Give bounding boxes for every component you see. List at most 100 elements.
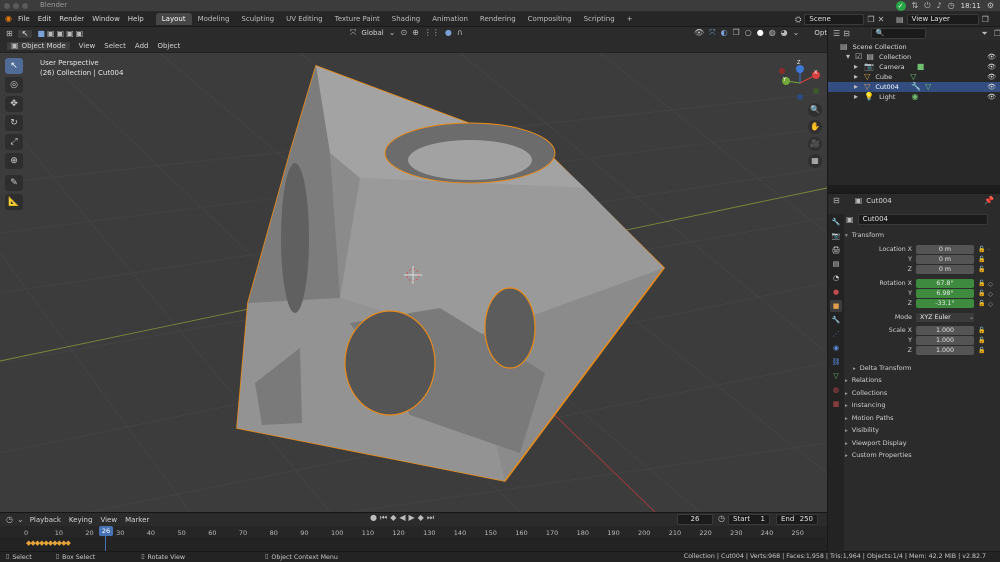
object-name-field[interactable]: Cut004 [857, 214, 988, 225]
measure-tool-icon[interactable]: 📐 [5, 194, 23, 210]
render-tab-icon[interactable]: 📷 [830, 230, 842, 242]
3d-viewport[interactable] [0, 53, 827, 512]
menu-window[interactable]: Window [92, 15, 120, 23]
tab-animation[interactable]: Animation [426, 13, 474, 25]
select-mode-subtract-icon[interactable]: ▣ [57, 29, 65, 38]
scene-name-field[interactable]: Scene [804, 14, 865, 25]
scene-tab-icon[interactable]: ◔ [830, 272, 842, 284]
add-workspace-button[interactable]: + [621, 13, 639, 25]
chevron-down-icon[interactable]: ⌄ [969, 314, 974, 321]
orientation-dropdown[interactable]: Global [361, 29, 383, 37]
tab-texture-paint[interactable]: Texture Paint [329, 13, 386, 25]
blender-logo-icon[interactable]: ◉ [5, 15, 12, 23]
grid-perspective-icon[interactable]: ▦ [808, 154, 822, 168]
lock-icon[interactable]: 🔓 [978, 266, 985, 273]
texture-tab-icon[interactable]: ▦ [830, 398, 842, 410]
material-shading-icon[interactable]: ◍ [769, 29, 776, 37]
visibility-icon[interactable]: 👁 [694, 29, 704, 37]
move-tool-icon[interactable]: ✥ [5, 96, 23, 112]
chevron-down-icon[interactable]: ⌄ [17, 515, 24, 524]
rotation-y-field[interactable]: 6.98° [916, 289, 974, 298]
current-frame-field[interactable]: 26 [677, 514, 713, 525]
scale-z-field[interactable]: 1.000 [916, 346, 974, 355]
tab-uv-editing[interactable]: UV Editing [280, 13, 329, 25]
pan-hand-icon[interactable]: ✋ [808, 120, 822, 134]
tab-modeling[interactable]: Modeling [192, 13, 236, 25]
close-window-button[interactable] [4, 3, 10, 9]
display-mode-icon[interactable]: ⊟ [843, 29, 850, 38]
object-tab-icon[interactable]: ■ [830, 300, 842, 312]
wireframe-shading-icon[interactable]: ○ [745, 29, 752, 37]
clock-icon[interactable]: ◷ [718, 515, 725, 523]
motion-paths-panel[interactable]: ▸ Motion Paths [845, 414, 894, 422]
network-icon[interactable]: ⇅ [912, 2, 919, 10]
menu-render[interactable]: Render [59, 15, 84, 23]
window-controls[interactable] [4, 3, 31, 9]
modifier-tab-icon[interactable]: 🔧 [830, 314, 842, 326]
proportional-edit-icon[interactable]: ● [445, 29, 452, 37]
next-keyframe-icon[interactable]: ◆ [418, 514, 424, 522]
falloff-icon[interactable]: ∩ [457, 29, 463, 37]
checkbox-icon[interactable]: ☑ [855, 53, 862, 61]
instancing-panel[interactable]: ▸ Instancing [845, 401, 885, 409]
outliner-row-light[interactable]: ▸ 💡 Light ◉ 👁 [828, 92, 1000, 102]
delta-transform-subpanel[interactable]: ▸ Delta Transform [853, 364, 912, 372]
select-mode-invert-icon[interactable]: ▣ [66, 29, 74, 38]
filter-icon[interactable]: ⏷ [981, 29, 987, 38]
keyframe-dot-icon[interactable]: · [988, 246, 990, 254]
outliner-row-cube[interactable]: ▸ ▽ Cube ▽ 👁 [828, 72, 1000, 82]
gizmo-icon[interactable]: ⤧ [709, 29, 715, 37]
overlay-icon[interactable]: ◐ [721, 29, 728, 37]
location-z-field[interactable]: 0 m [916, 265, 974, 274]
tool-tab-icon[interactable]: 🔧 [830, 216, 842, 228]
menu-marker[interactable]: Marker [125, 516, 149, 524]
start-frame-field[interactable]: Start 1 [728, 514, 770, 525]
transform-panel-header[interactable]: ▾ Transform [845, 231, 884, 239]
tab-sculpting[interactable]: Sculpting [235, 13, 280, 25]
menu-add[interactable]: Add [135, 42, 149, 50]
lock-icon[interactable]: 🔓 [978, 327, 985, 334]
keyframe-icon[interactable]: ◇ [988, 300, 993, 308]
menu-view[interactable]: View [79, 42, 96, 50]
relations-panel[interactable]: ▸ Relations [845, 376, 882, 384]
tab-layout[interactable]: Layout [155, 13, 192, 25]
location-y-field[interactable]: 0 m [916, 255, 974, 264]
select-mode-new-icon[interactable]: ■ [37, 29, 45, 38]
jump-end-icon[interactable]: ⏭ [427, 514, 434, 522]
eye-icon[interactable]: 👁 [987, 82, 996, 92]
outliner-search-input[interactable]: 🔍 [870, 28, 927, 39]
scene-icon[interactable]: ⛭ [795, 15, 801, 24]
tab-scripting[interactable]: Scripting [578, 13, 621, 25]
select-tool-icon[interactable]: ↖ [16, 28, 34, 39]
settings-icon[interactable]: ⚙ [987, 2, 994, 10]
view-layer-icon[interactable]: ▤ [896, 15, 904, 24]
visibility-panel[interactable]: ▸ Visibility [845, 426, 879, 434]
outliner-row-cut004[interactable]: ▸ ▽ Cut004 🔧 ▽ 👁 [828, 82, 1000, 92]
play-icon[interactable]: ▶ [409, 514, 415, 522]
outliner-row-camera[interactable]: ▸ 📷 Camera ■ 👁 [828, 62, 1000, 72]
expand-arrow-icon[interactable]: ▸ [854, 73, 858, 81]
rendered-shading-icon[interactable]: ◕ [781, 29, 788, 37]
menu-help[interactable]: Help [128, 15, 144, 23]
constraints-tab-icon[interactable]: ⛓ [830, 356, 842, 368]
maximize-window-button[interactable] [22, 3, 28, 9]
location-x-field[interactable]: 0 m [916, 245, 974, 254]
scale-y-field[interactable]: 1.000 [916, 336, 974, 345]
menu-playback[interactable]: Playback [30, 516, 61, 524]
rotation-mode-dropdown[interactable]: XYZ Euler [916, 313, 974, 322]
expand-arrow-icon[interactable]: ▸ [854, 63, 858, 71]
end-frame-field[interactable]: End 250 [776, 514, 818, 525]
keyframe-icon[interactable]: ◇ [988, 290, 993, 298]
jump-start-icon[interactable]: ⏮ [380, 514, 387, 522]
pin-icon[interactable]: 📌 [984, 196, 994, 205]
minimize-window-button[interactable] [13, 3, 19, 9]
eye-icon[interactable]: 👁 [987, 52, 996, 62]
rotation-z-field[interactable]: -33.1° [916, 299, 974, 308]
lock-icon[interactable]: 🔓 [978, 256, 985, 263]
prev-keyframe-icon[interactable]: ◆ [390, 514, 396, 522]
lock-icon[interactable]: 🔓 [978, 300, 985, 307]
annotate-tool-icon[interactable]: ✎ [5, 175, 23, 191]
copy-layer-icon[interactable]: ❐ [982, 15, 989, 24]
select-mode-extend-icon[interactable]: ▣ [47, 29, 55, 38]
volume-icon[interactable]: ♪ [937, 2, 942, 10]
